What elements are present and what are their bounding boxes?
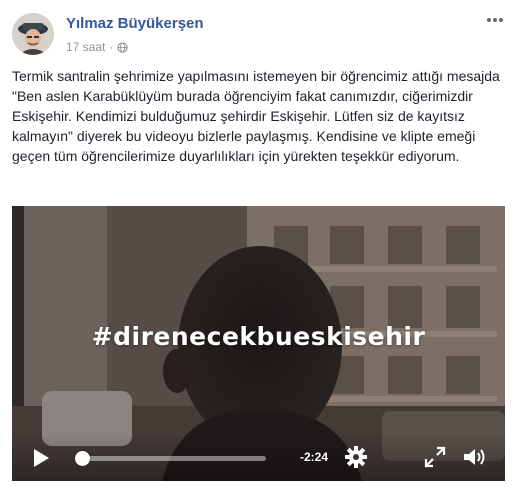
timestamp[interactable]: 17 saat (66, 40, 105, 54)
gear-icon[interactable] (344, 445, 368, 469)
video-player[interactable]: #direnecekbueskisehir -2:24 (12, 206, 505, 481)
play-icon[interactable] (30, 447, 52, 469)
time-remaining: -2:24 (300, 450, 329, 464)
fullscreen-icon[interactable] (424, 446, 446, 468)
author-name[interactable]: Yılmaz Büyükerşen (66, 15, 204, 32)
video-controls: -2:24 (12, 433, 505, 481)
seek-handle[interactable] (74, 451, 90, 466)
post-message: Termik santralin şehrimize yapılmasını i… (12, 68, 500, 164)
volume-icon[interactable] (462, 446, 488, 468)
video-overlay-text: #direnecekbueskisehir (91, 322, 426, 351)
avatar-image (12, 13, 54, 55)
post-meta: 17 saat · (66, 40, 129, 54)
meta-separator: · (109, 40, 114, 54)
more-options-icon[interactable] (483, 10, 507, 30)
seek-bar[interactable] (74, 451, 266, 466)
globe-icon[interactable] (117, 41, 129, 53)
post-card: Yılmaz Büyükerşen 17 saat · Termik santr… (0, 0, 517, 487)
post-text: Termik santralin şehrimize yapılmasını i… (12, 66, 507, 166)
avatar[interactable] (12, 13, 54, 55)
